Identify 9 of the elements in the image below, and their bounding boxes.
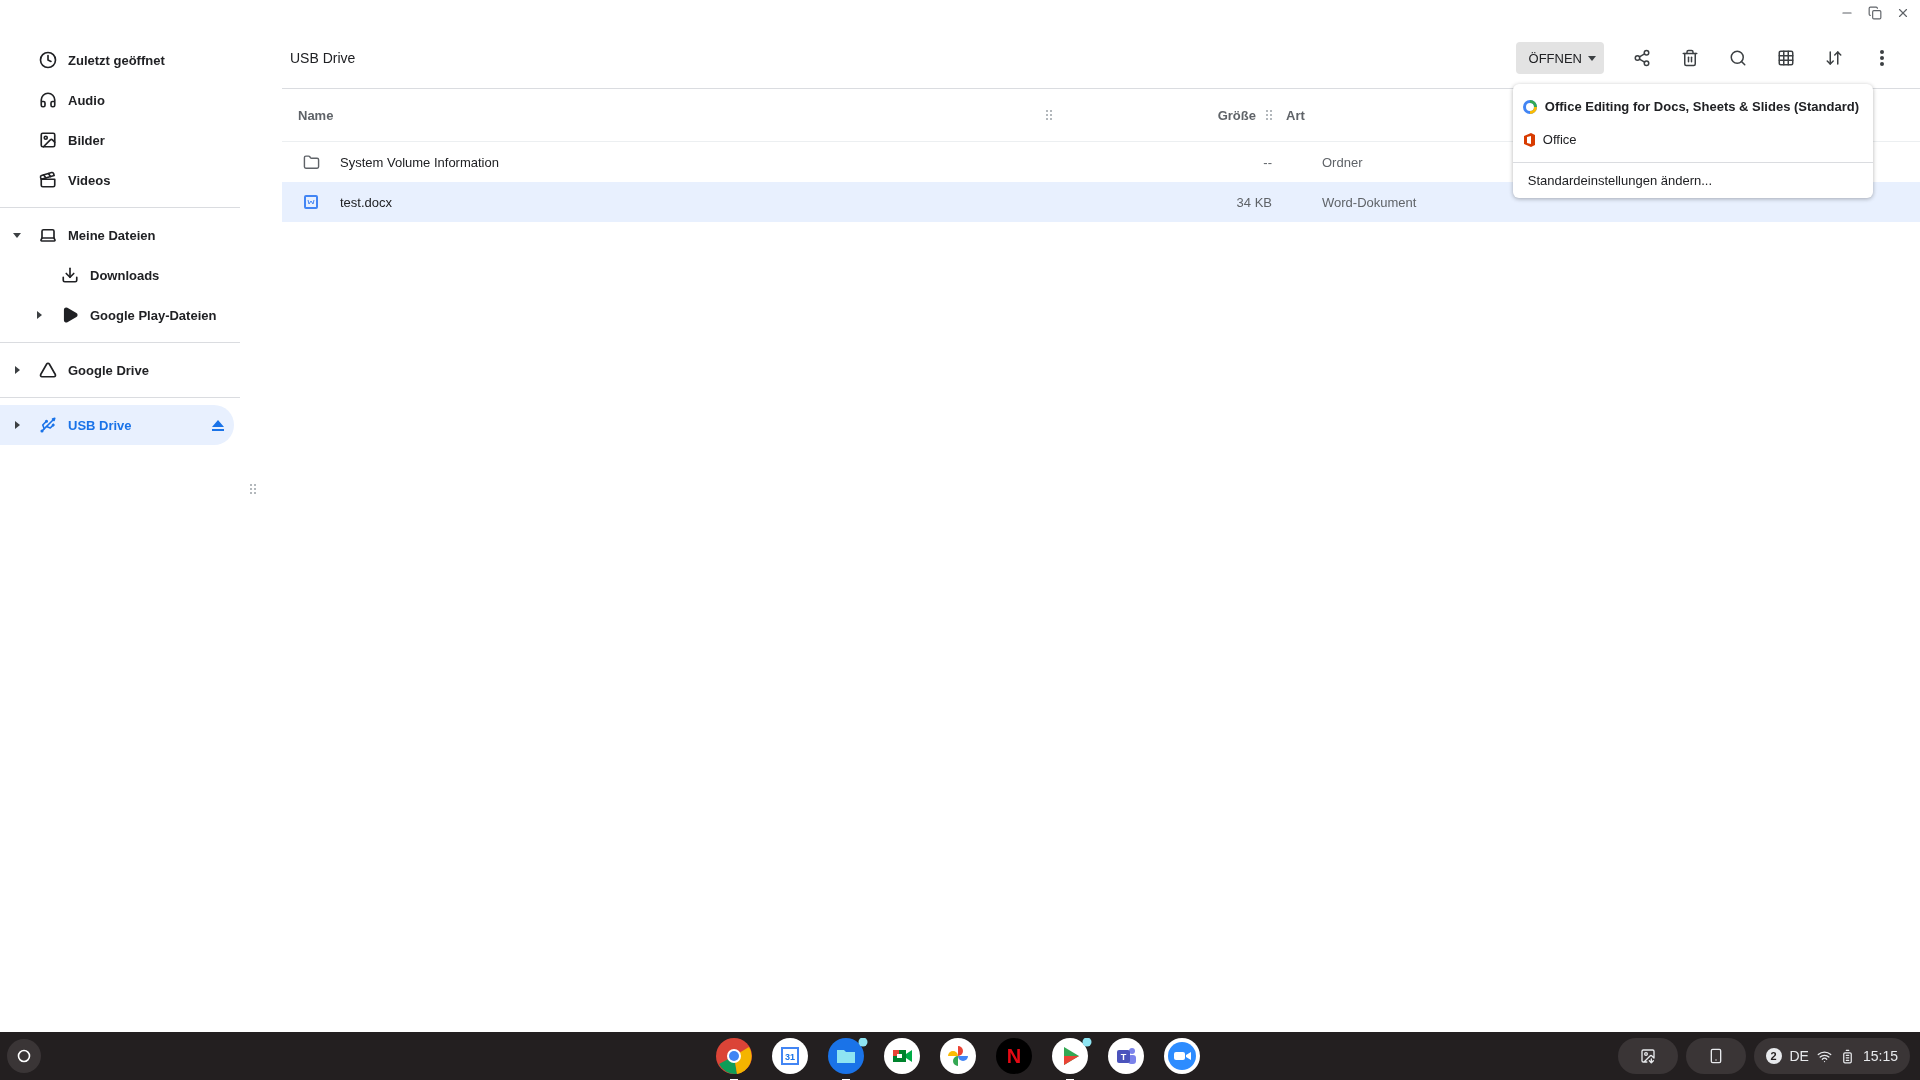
notification-count: 2 — [1765, 1048, 1782, 1064]
keyboard-layout: DE — [1789, 1048, 1809, 1064]
file-type: Ordner — [1322, 154, 1363, 170]
file-name: System Volume Information — [340, 154, 499, 170]
file-size: -- — [1263, 154, 1272, 170]
file-type: Word-Dokument — [1322, 194, 1417, 210]
file-name: test.docx — [340, 194, 393, 210]
clock-time: 15:15 — [1862, 1048, 1898, 1064]
file-size: 34 KB — [1236, 194, 1272, 210]
